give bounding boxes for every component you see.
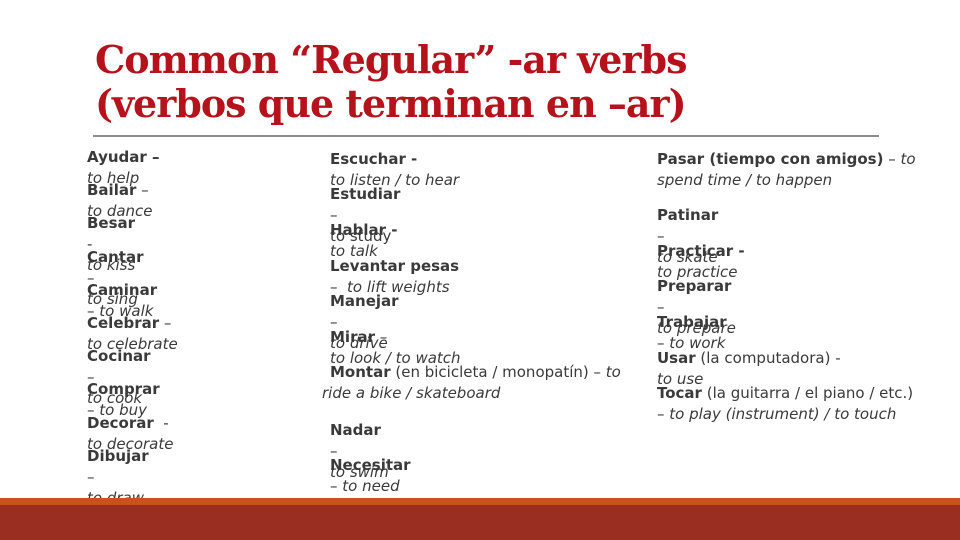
verb-infinitive: Mirar — [330, 328, 375, 346]
separator: – — [136, 181, 154, 199]
verb-infinitive: Practicar - — [657, 242, 745, 260]
footer-bar — [0, 505, 960, 540]
verb-context: (en bicicleta / monopatín) – — [390, 363, 602, 381]
english-translation: to play (instrument) / to touch — [669, 405, 897, 423]
separator: – — [375, 328, 393, 346]
separator — [398, 221, 408, 239]
verb-infinitive: Nadar — [330, 421, 381, 439]
separator: – — [159, 314, 177, 332]
verb-infinitive: Ayudar – — [87, 148, 160, 166]
slide-title-line-2: (verbos que terminan en –ar) — [95, 81, 687, 126]
verb-infinitive: Caminar — [87, 281, 158, 299]
separator — [745, 242, 755, 260]
verb-infinitive: Patinar — [657, 206, 719, 224]
separator: - — [153, 414, 174, 432]
verb-context: (la computadora) - — [695, 349, 841, 367]
separator — [160, 148, 165, 166]
separator: – — [883, 150, 901, 168]
english-translation: to need — [342, 477, 400, 495]
separator — [841, 349, 851, 367]
verb-entry: Necesitar – to need — [330, 455, 411, 497]
verb-entry: Tocar (la guitarra / el piano / etc.) – … — [657, 383, 922, 425]
verb-entry: Montar (en bicicleta / monopatín) – to r… — [322, 362, 622, 404]
verb-infinitive: Comprar — [87, 380, 160, 398]
verb-infinitive: Cantar — [87, 248, 144, 266]
verb-infinitive: Bailar — [87, 181, 137, 199]
verb-infinitive: Preparar — [657, 277, 732, 295]
verb-infinitive: Besar — [87, 214, 136, 232]
verb-infinitive: Estudiar — [330, 185, 401, 203]
verb-infinitive: Cocinar — [87, 347, 151, 365]
verb-infinitive: Levantar pesas — [330, 257, 460, 275]
verb-infinitive: Montar — [330, 363, 391, 381]
verb-infinitive: Decorar — [87, 414, 154, 432]
slide-title-line-1: Common “Regular” -ar verbs — [95, 37, 687, 82]
verb-infinitive: Usar — [657, 349, 696, 367]
verb-infinitive: Manejar — [330, 292, 399, 310]
verb-infinitive: Hablar - — [330, 221, 398, 239]
verb-entry: Pasar (tiempo con amigos) – to spend tim… — [657, 149, 922, 191]
verb-infinitive: Escuchar - — [330, 150, 418, 168]
verb-infinitive: Pasar (tiempo con amigos) — [657, 150, 884, 168]
verb-infinitive: Necesitar — [330, 456, 411, 474]
verb-infinitive: Celebrar — [87, 314, 160, 332]
verb-infinitive: Tocar — [657, 384, 702, 402]
verb-infinitive: Dibujar — [87, 447, 149, 465]
footer-accent-stripe — [0, 498, 960, 505]
slide-title: Common “Regular” -ar verbs (verbos que t… — [95, 38, 895, 126]
verb-infinitive: Trabajar — [657, 313, 727, 331]
title-divider — [93, 135, 879, 137]
separator — [417, 150, 427, 168]
